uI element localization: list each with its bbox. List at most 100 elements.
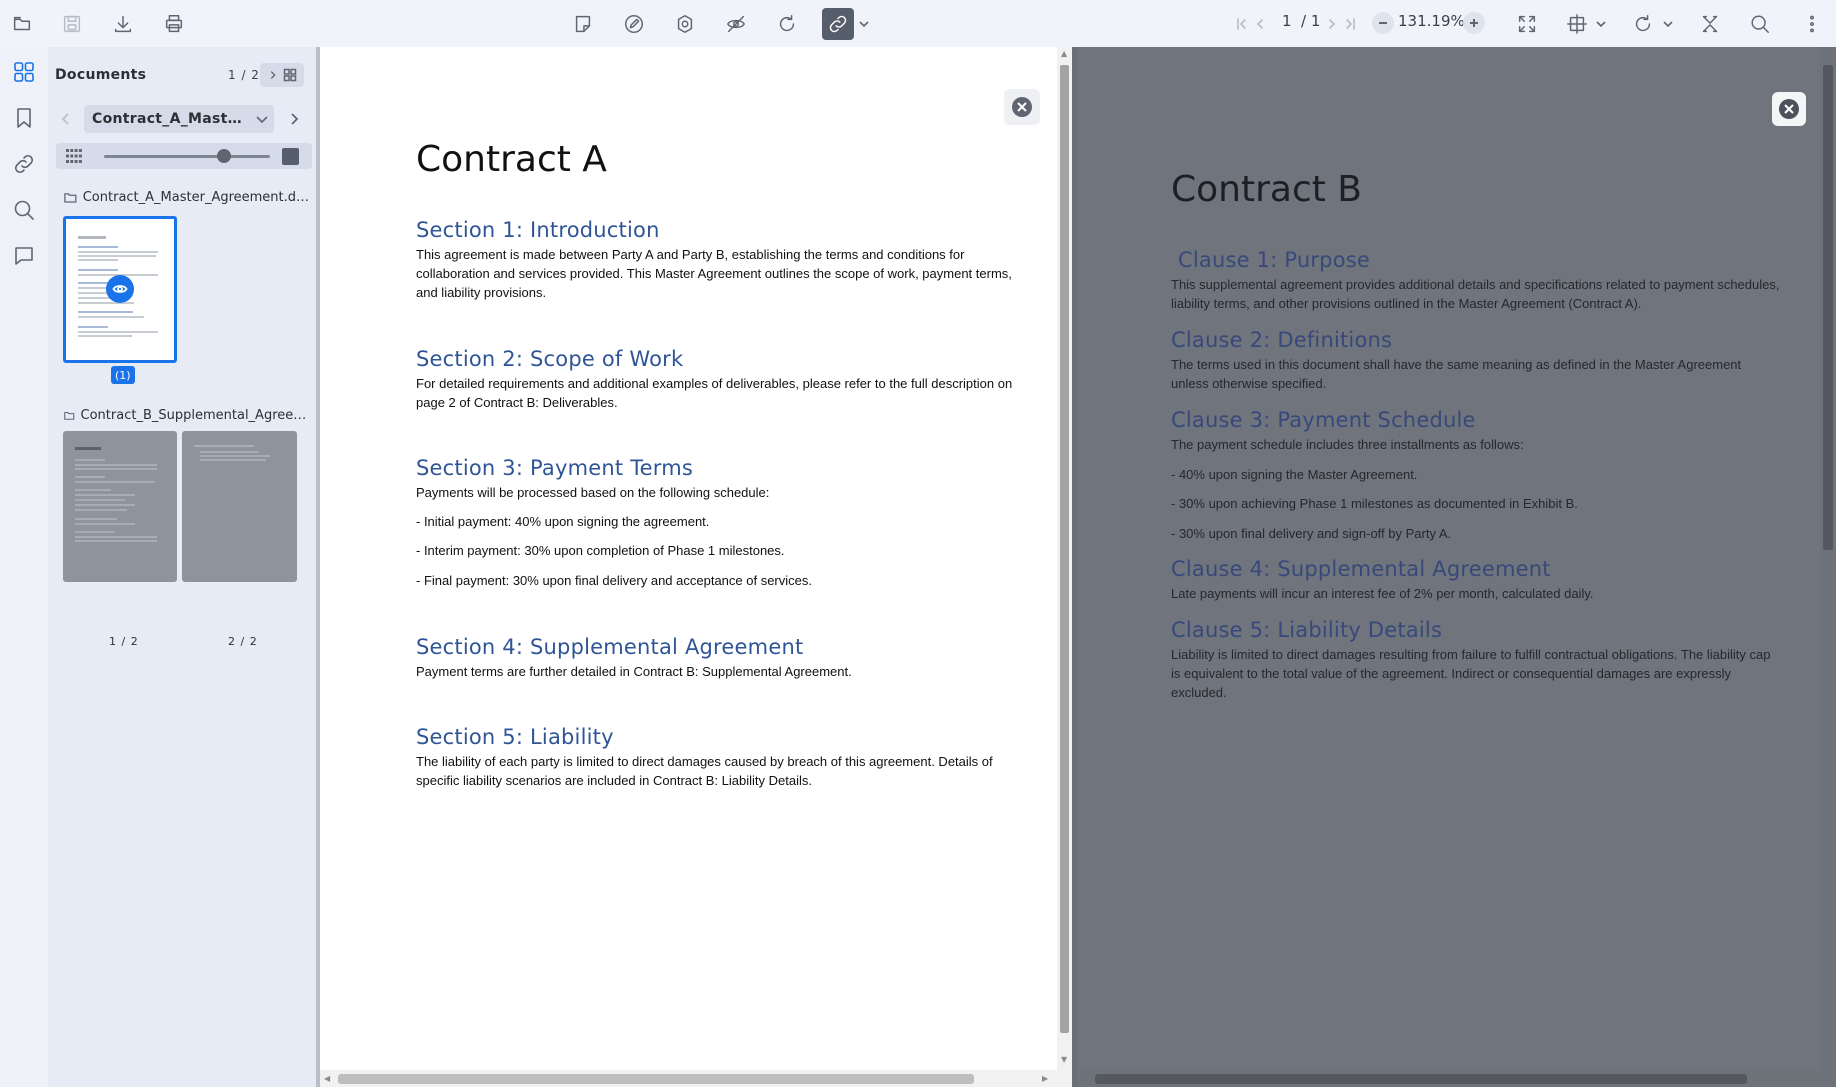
more-menu-button[interactable] (1796, 8, 1828, 40)
page-current[interactable]: 1 (1282, 12, 1292, 30)
zoom-out-button[interactable] (1372, 12, 1394, 34)
fullscreen-button[interactable] (1511, 8, 1543, 40)
first-page-button[interactable] (1232, 8, 1252, 40)
prev-document-button[interactable] (58, 111, 74, 127)
document-title: Contract A (416, 139, 607, 180)
note-button[interactable] (567, 8, 599, 40)
scrollbar-thumb[interactable] (338, 1074, 974, 1084)
page-number-label: 1 / 2 (109, 635, 139, 648)
download-icon (114, 15, 132, 33)
file-group-label[interactable]: Contract_B_Supplemental_Agreement.docx (64, 408, 309, 423)
left-rail (0, 47, 48, 1087)
document-view-contract-a: Contract A Section 1: Introduction This … (320, 47, 1057, 1070)
large-thumbnail-icon[interactable] (282, 148, 299, 165)
bookmark-icon (17, 108, 31, 128)
bookmarks-tab[interactable] (6, 100, 42, 136)
close-document-button[interactable] (1004, 89, 1040, 125)
rotate-view-icon (1635, 15, 1651, 32)
rotate-view-button[interactable] (1627, 8, 1659, 40)
small-grid-icon[interactable] (66, 149, 82, 163)
horizontal-scrollbar[interactable]: ◀ ▶ (320, 1070, 1072, 1087)
search-button[interactable] (1744, 8, 1776, 40)
search-tab[interactable] (6, 192, 42, 228)
print-button[interactable] (158, 8, 190, 40)
prev-page-button[interactable] (1250, 8, 1270, 40)
page-number-label: 2 / 2 (228, 635, 258, 648)
rotate-button[interactable] (771, 8, 803, 40)
next-document-button[interactable] (286, 111, 302, 127)
section-heading: Clause 2: Definitions (1171, 328, 1393, 352)
document-selector[interactable]: Contract_A_Master_Agreement.docx (84, 105, 274, 133)
more-icon (1810, 15, 1814, 33)
rotate-icon (779, 15, 795, 32)
next-page-icon (1329, 19, 1335, 29)
comments-tab[interactable] (6, 238, 42, 274)
section-text: Liability is limited to direct damages r… (1171, 647, 1771, 700)
section-text: This supplemental agreement provides add… (1171, 277, 1780, 311)
scroll-left-arrow[interactable]: ◀ (324, 1074, 330, 1083)
draw-button[interactable] (618, 8, 650, 40)
compare-button[interactable] (1694, 8, 1726, 40)
thumbnail-size-slider[interactable] (104, 155, 270, 158)
rotate-options-dropdown[interactable] (1661, 16, 1675, 30)
horizontal-scrollbar[interactable] (1077, 1070, 1820, 1087)
page-thumbnail[interactable] (182, 431, 297, 582)
scroll-up-arrow[interactable]: ▲ (1061, 49, 1067, 58)
section-text: - 40% upon signing the Master Agreement. (1171, 467, 1418, 482)
open-file-button[interactable] (6, 8, 38, 40)
folder-icon (64, 193, 77, 203)
section-text: - Initial payment: 40% upon signing the … (416, 514, 710, 529)
section-heading: Section 2: Scope of Work (416, 347, 684, 371)
download-button[interactable] (107, 8, 139, 40)
save-button[interactable] (56, 8, 88, 40)
zoom-level[interactable]: 131.19% (1398, 12, 1465, 30)
documents-panel: Documents 1 / 2 Contract_A_Master_Agreem… (48, 47, 316, 1087)
fit-options-dropdown[interactable] (1594, 16, 1608, 30)
document-title: Contract B (1171, 169, 1363, 210)
thumbnail-size-slider-handle[interactable] (216, 149, 231, 163)
prev-page-icon (1257, 19, 1263, 29)
scroll-right-arrow[interactable]: ▶ (1042, 1074, 1048, 1083)
grid-icon (283, 68, 297, 82)
close-document-button[interactable] (1772, 92, 1806, 126)
zoom-in-icon (1470, 19, 1478, 27)
page-thumbnail[interactable] (63, 216, 177, 363)
fullscreen-icon (1518, 15, 1536, 33)
eye-icon[interactable] (106, 275, 134, 303)
section-text: The terms used in this document shall ha… (1171, 357, 1742, 391)
hide-icon (727, 15, 745, 33)
link-options-dropdown[interactable] (857, 16, 871, 30)
grid-icon (14, 62, 34, 82)
section-heading: Section 3: Payment Terms (416, 456, 694, 480)
next-page-button[interactable] (1322, 8, 1342, 40)
links-tab[interactable] (6, 146, 42, 182)
vertical-scrollbar[interactable] (1820, 47, 1836, 1087)
fit-button[interactable] (1561, 8, 1593, 40)
panel-grid-view-button[interactable] (260, 63, 304, 87)
vertical-scrollbar[interactable]: ▲ ▼ (1057, 47, 1072, 1070)
scrollbar-thumb[interactable] (1095, 1074, 1747, 1084)
section-text: The liability of each party is limited t… (416, 754, 993, 788)
top-toolbar: 1 / 1 131.19% (0, 0, 1836, 47)
panel-title: Documents (55, 67, 147, 83)
settings-button[interactable] (669, 8, 701, 40)
zoom-in-button[interactable] (1463, 12, 1485, 34)
hide-annotations-button[interactable] (720, 8, 752, 40)
file-group-label[interactable]: Contract_A_Master_Agreement.docx (64, 190, 314, 205)
section-heading: Clause 5: Liability Details (1171, 618, 1443, 642)
page-thumbnail[interactable] (63, 431, 177, 582)
last-page-icon (1346, 18, 1355, 30)
documents-tab[interactable] (6, 54, 42, 90)
scroll-down-arrow[interactable]: ▼ (1061, 1055, 1067, 1064)
link-button[interactable] (822, 8, 854, 40)
section-text: Late payments will incur an interest fee… (1171, 586, 1594, 601)
scrollbar-thumb[interactable] (1823, 65, 1833, 550)
last-page-button[interactable] (1340, 8, 1360, 40)
scrollbar-thumb[interactable] (1060, 65, 1069, 1033)
folder-open-icon (13, 16, 31, 31)
settings-icon (677, 15, 693, 33)
first-page-icon (1237, 18, 1246, 30)
document-count: 1 / 2 (228, 68, 260, 82)
section-text: - Final payment: 30% upon final delivery… (416, 573, 812, 588)
section-text: - 30% upon final delivery and sign-off b… (1171, 526, 1452, 541)
